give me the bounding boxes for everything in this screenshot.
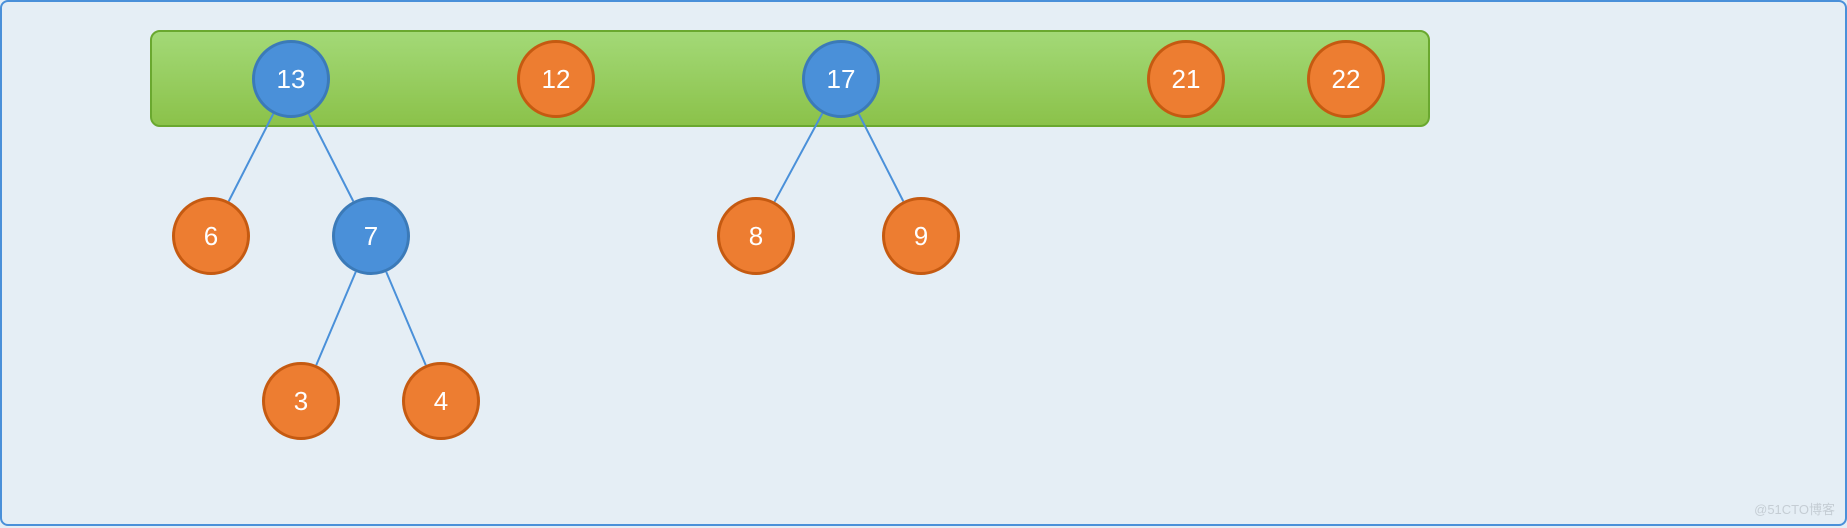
edge-n7-n3: [316, 272, 356, 365]
edge-n13-n7: [309, 114, 354, 202]
heap-node-7: 7: [332, 197, 410, 275]
heap-node-12: 12: [517, 40, 595, 118]
edge-n7-n4: [386, 272, 426, 365]
edge-n17-n8: [775, 113, 823, 201]
heap-node-3: 3: [262, 362, 340, 440]
heap-node-8: 8: [717, 197, 795, 275]
heap-node-9: 9: [882, 197, 960, 275]
heap-node-17: 17: [802, 40, 880, 118]
heap-node-13: 13: [252, 40, 330, 118]
heap-node-6: 6: [172, 197, 250, 275]
heap-node-22: 22: [1307, 40, 1385, 118]
edge-n13-n6: [229, 114, 274, 202]
heap-node-4: 4: [402, 362, 480, 440]
edge-n17-n9: [859, 114, 904, 202]
heap-node-21: 21: [1147, 40, 1225, 118]
